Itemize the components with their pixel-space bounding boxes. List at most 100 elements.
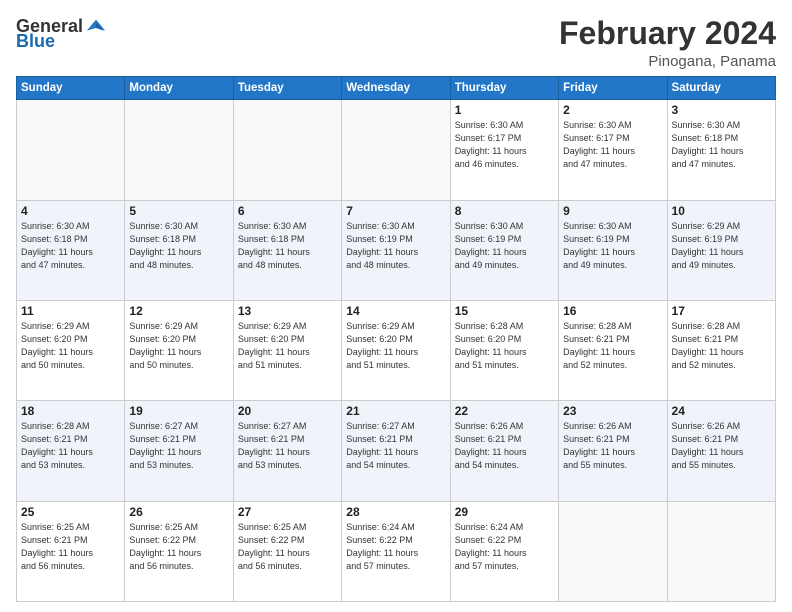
col-tuesday: Tuesday [233, 77, 341, 100]
day-info: Sunrise: 6:30 AM Sunset: 6:17 PM Dayligh… [455, 119, 554, 171]
day-number: 12 [129, 304, 228, 318]
day-number: 23 [563, 404, 662, 418]
table-row [125, 100, 233, 200]
table-row: 18 Sunrise: 6:28 AM Sunset: 6:21 PM Dayli… [17, 401, 125, 501]
table-row [342, 100, 450, 200]
table-row: 24 Sunrise: 6:26 AM Sunset: 6:21 PM Dayli… [667, 401, 775, 501]
day-info: Sunrise: 6:24 AM Sunset: 6:22 PM Dayligh… [346, 521, 445, 573]
table-row: 5Sunrise: 6:30 AM Sunset: 6:18 PM Daylig… [125, 200, 233, 300]
day-number: 14 [346, 304, 445, 318]
day-info: Sunrise: 6:29 AM Sunset: 6:20 PM Dayligh… [129, 320, 228, 372]
table-row: 2 Sunrise: 6:30 AM Sunset: 6:17 PM Daylig… [559, 100, 667, 200]
table-row: 16 Sunrise: 6:28 AM Sunset: 6:21 PM Dayli… [559, 300, 667, 400]
table-row: 1 Sunrise: 6:30 AM Sunset: 6:17 PM Daylig… [450, 100, 558, 200]
calendar-week-row: 18 Sunrise: 6:28 AM Sunset: 6:21 PM Dayli… [17, 401, 776, 501]
day-number: 27 [238, 505, 337, 519]
day-number: 7 [346, 204, 445, 218]
logo-blue: Blue [16, 31, 55, 52]
day-info: Sunrise: 6:28 AM Sunset: 6:21 PM Dayligh… [672, 320, 771, 372]
day-info: Sunrise: 6:30 AM Sunset: 6:18 PM Dayligh… [129, 220, 228, 272]
day-info: Sunrise: 6:30 AM Sunset: 6:18 PM Dayligh… [238, 220, 337, 272]
day-info: Sunrise: 6:26 AM Sunset: 6:21 PM Dayligh… [563, 420, 662, 472]
table-row: 17 Sunrise: 6:28 AM Sunset: 6:21 PM Dayli… [667, 300, 775, 400]
day-number: 19 [129, 404, 228, 418]
day-info: Sunrise: 6:24 AM Sunset: 6:22 PM Dayligh… [455, 521, 554, 573]
day-info: Sunrise: 6:26 AM Sunset: 6:21 PM Dayligh… [672, 420, 771, 472]
day-info: Sunrise: 6:29 AM Sunset: 6:20 PM Dayligh… [238, 320, 337, 372]
day-number: 25 [21, 505, 120, 519]
table-row [17, 100, 125, 200]
day-info: Sunrise: 6:25 AM Sunset: 6:22 PM Dayligh… [238, 521, 337, 573]
table-row: 22Sunrise: 6:26 AM Sunset: 6:21 PM Dayli… [450, 401, 558, 501]
table-row: 8Sunrise: 6:30 AM Sunset: 6:19 PM Daylig… [450, 200, 558, 300]
day-number: 24 [672, 404, 771, 418]
table-row: 19 Sunrise: 6:27 AM Sunset: 6:21 PM Dayli… [125, 401, 233, 501]
table-row: 4Sunrise: 6:30 AM Sunset: 6:18 PM Daylig… [17, 200, 125, 300]
day-number: 2 [563, 103, 662, 117]
table-row: 6 Sunrise: 6:30 AM Sunset: 6:18 PM Daylig… [233, 200, 341, 300]
table-row: 27 Sunrise: 6:25 AM Sunset: 6:22 PM Dayli… [233, 501, 341, 601]
table-row: 29Sunrise: 6:24 AM Sunset: 6:22 PM Dayli… [450, 501, 558, 601]
day-number: 11 [21, 304, 120, 318]
day-info: Sunrise: 6:25 AM Sunset: 6:22 PM Dayligh… [129, 521, 228, 573]
table-row: 12 Sunrise: 6:29 AM Sunset: 6:20 PM Dayli… [125, 300, 233, 400]
day-number: 21 [346, 404, 445, 418]
table-row: 14 Sunrise: 6:29 AM Sunset: 6:20 PM Dayli… [342, 300, 450, 400]
day-number: 8 [455, 204, 554, 218]
day-info: Sunrise: 6:30 AM Sunset: 6:18 PM Dayligh… [21, 220, 120, 272]
day-number: 26 [129, 505, 228, 519]
day-info: Sunrise: 6:27 AM Sunset: 6:21 PM Dayligh… [346, 420, 445, 472]
day-number: 10 [672, 204, 771, 218]
calendar-week-row: 4Sunrise: 6:30 AM Sunset: 6:18 PM Daylig… [17, 200, 776, 300]
page: General Blue February 2024 Pinogana, Pan… [0, 0, 792, 612]
col-thursday: Thursday [450, 77, 558, 100]
table-row: 13Sunrise: 6:29 AM Sunset: 6:20 PM Dayli… [233, 300, 341, 400]
day-info: Sunrise: 6:28 AM Sunset: 6:20 PM Dayligh… [455, 320, 554, 372]
day-info: Sunrise: 6:30 AM Sunset: 6:19 PM Dayligh… [563, 220, 662, 272]
day-number: 1 [455, 103, 554, 117]
day-number: 3 [672, 103, 771, 117]
table-row: 20 Sunrise: 6:27 AM Sunset: 6:21 PM Dayli… [233, 401, 341, 501]
table-row: 9 Sunrise: 6:30 AM Sunset: 6:19 PM Daylig… [559, 200, 667, 300]
day-info: Sunrise: 6:29 AM Sunset: 6:20 PM Dayligh… [21, 320, 120, 372]
col-monday: Monday [125, 77, 233, 100]
location-title: Pinogana, Panama [559, 53, 776, 70]
table-row: 7Sunrise: 6:30 AM Sunset: 6:19 PM Daylig… [342, 200, 450, 300]
calendar-week-row: 11 Sunrise: 6:29 AM Sunset: 6:20 PM Dayli… [17, 300, 776, 400]
table-row: 21 Sunrise: 6:27 AM Sunset: 6:21 PM Dayli… [342, 401, 450, 501]
table-row: 11 Sunrise: 6:29 AM Sunset: 6:20 PM Dayli… [17, 300, 125, 400]
table-row: 15 Sunrise: 6:28 AM Sunset: 6:20 PM Dayli… [450, 300, 558, 400]
header: General Blue February 2024 Pinogana, Pan… [16, 16, 776, 70]
day-number: 16 [563, 304, 662, 318]
logo-icon [85, 15, 107, 37]
day-info: Sunrise: 6:27 AM Sunset: 6:21 PM Dayligh… [238, 420, 337, 472]
day-info: Sunrise: 6:28 AM Sunset: 6:21 PM Dayligh… [563, 320, 662, 372]
table-row: 26 Sunrise: 6:25 AM Sunset: 6:22 PM Dayli… [125, 501, 233, 601]
day-info: Sunrise: 6:30 AM Sunset: 6:17 PM Dayligh… [563, 119, 662, 171]
table-row: 28Sunrise: 6:24 AM Sunset: 6:22 PM Dayli… [342, 501, 450, 601]
calendar: Sunday Monday Tuesday Wednesday Thursday… [16, 76, 776, 602]
col-saturday: Saturday [667, 77, 775, 100]
day-info: Sunrise: 6:27 AM Sunset: 6:21 PM Dayligh… [129, 420, 228, 472]
table-row: 3 Sunrise: 6:30 AM Sunset: 6:18 PM Daylig… [667, 100, 775, 200]
day-number: 20 [238, 404, 337, 418]
calendar-week-row: 25Sunrise: 6:25 AM Sunset: 6:21 PM Dayli… [17, 501, 776, 601]
day-number: 18 [21, 404, 120, 418]
table-row: 25Sunrise: 6:25 AM Sunset: 6:21 PM Dayli… [17, 501, 125, 601]
day-info: Sunrise: 6:26 AM Sunset: 6:21 PM Dayligh… [455, 420, 554, 472]
day-number: 6 [238, 204, 337, 218]
calendar-header-row: Sunday Monday Tuesday Wednesday Thursday… [17, 77, 776, 100]
day-number: 15 [455, 304, 554, 318]
col-friday: Friday [559, 77, 667, 100]
title-block: February 2024 Pinogana, Panama [559, 16, 776, 70]
logo: General Blue [16, 16, 107, 52]
day-number: 17 [672, 304, 771, 318]
col-wednesday: Wednesday [342, 77, 450, 100]
day-info: Sunrise: 6:28 AM Sunset: 6:21 PM Dayligh… [21, 420, 120, 472]
day-info: Sunrise: 6:29 AM Sunset: 6:19 PM Dayligh… [672, 220, 771, 272]
table-row: 10 Sunrise: 6:29 AM Sunset: 6:19 PM Dayli… [667, 200, 775, 300]
day-info: Sunrise: 6:30 AM Sunset: 6:18 PM Dayligh… [672, 119, 771, 171]
day-number: 9 [563, 204, 662, 218]
day-info: Sunrise: 6:29 AM Sunset: 6:20 PM Dayligh… [346, 320, 445, 372]
calendar-week-row: 1 Sunrise: 6:30 AM Sunset: 6:17 PM Daylig… [17, 100, 776, 200]
